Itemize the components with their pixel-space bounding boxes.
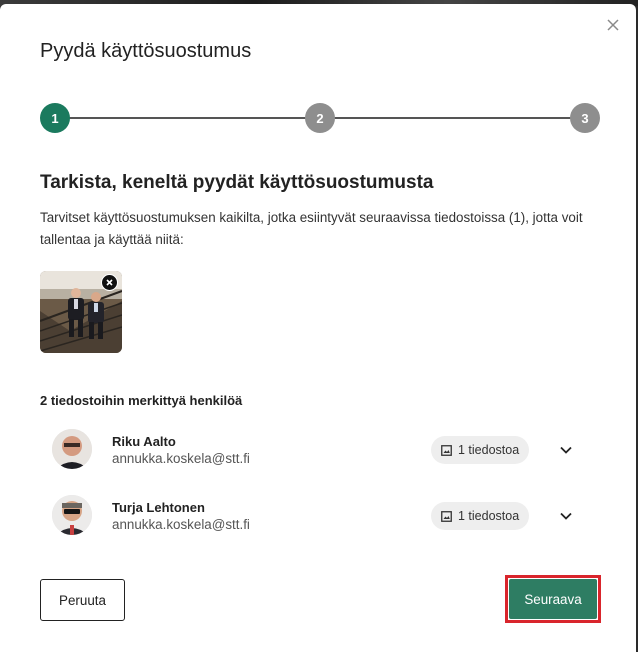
person-email: annukka.koskela@stt.fi [112,517,250,532]
list-item: Turja Lehtonen annukka.koskela@stt.fi 1 … [40,492,600,542]
files-count-label: 1 tiedostoa [458,443,520,457]
person-name: Riku Aalto [112,434,176,449]
person-email: annukka.koskela@stt.fi [112,451,250,466]
list-item: Riku Aalto annukka.koskela@stt.fi 1 tied… [40,426,600,476]
expand-button[interactable] [556,506,576,526]
files-count-badge[interactable]: 1 tiedostoa [431,502,530,530]
expand-button[interactable] [556,440,576,460]
chevron-down-icon [560,446,572,454]
avatar [52,429,92,469]
consent-request-dialog: Pyydä käyttösuostumus 1 2 3 Tarkista, ke… [0,4,636,652]
avatar [52,495,92,535]
step-3: 3 [570,103,600,133]
close-icon [607,19,619,31]
person-name: Turja Lehtonen [112,500,205,515]
tagged-people-heading: 2 tiedostoihin merkittyä henkilöä [40,393,243,408]
section-heading: Tarkista, keneltä pyydät käyttösuostumus… [40,172,434,193]
step-1: 1 [40,103,70,133]
close-button[interactable] [602,14,624,36]
chevron-down-icon [560,512,572,520]
image-icon [441,510,452,522]
cancel-button[interactable]: Peruuta [40,579,125,621]
section-description: Tarvitset käyttösuostumuksen kaikilta, j… [40,210,583,247]
image-icon [441,444,452,456]
step-2: 2 [305,103,335,133]
next-button[interactable]: Seuraava [509,579,597,619]
dialog-title: Pyydä käyttösuostumus [40,40,252,62]
remove-icon [106,279,113,286]
remove-file-button[interactable] [101,274,118,291]
files-count-badge[interactable]: 1 tiedostoa [431,436,530,464]
files-count-label: 1 tiedostoa [458,509,520,523]
stepper: 1 2 3 [40,103,600,133]
